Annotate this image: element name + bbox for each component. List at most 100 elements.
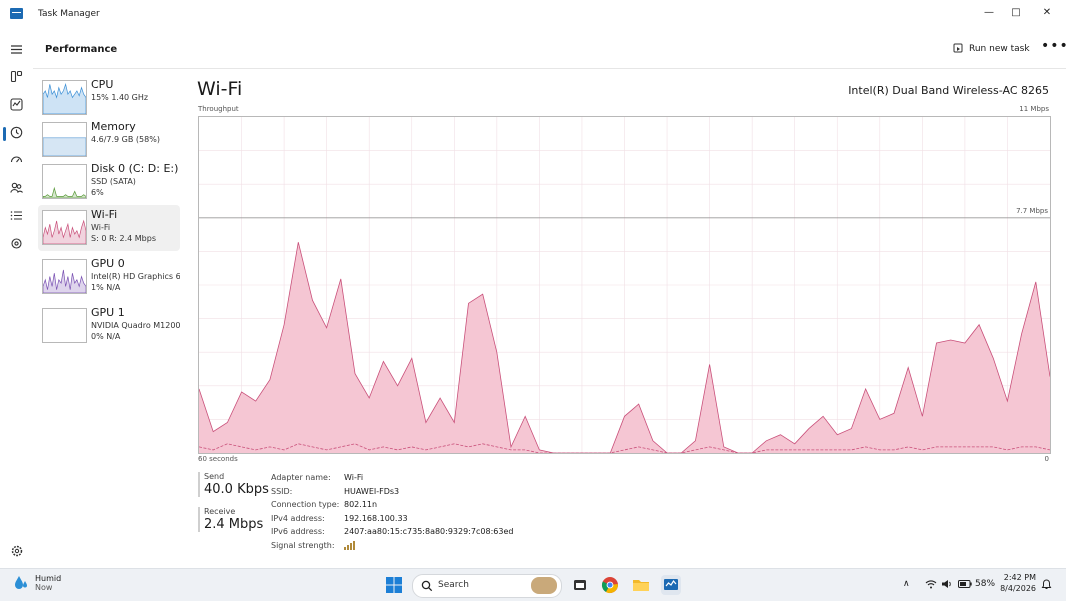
resource-detail: Intel(R) HD Graphics 630: [91, 272, 180, 281]
resource-detail-2: 0% N/A: [91, 332, 121, 341]
thumbnail-sparkline: [43, 137, 86, 156]
search-icon: [421, 580, 433, 592]
chrome-icon[interactable]: [600, 575, 620, 595]
disk-thumbnail-graph: [42, 164, 87, 199]
hamburger-menu-icon[interactable]: [9, 42, 24, 57]
active-indicator: [3, 127, 6, 141]
memory-thumbnail-graph: [42, 122, 87, 157]
run-new-task-button[interactable]: Run new task: [953, 43, 1030, 54]
volume-icon[interactable]: [941, 579, 953, 592]
gpu1-thumbnail-graph: [42, 308, 87, 343]
close-button[interactable]: ✕: [1036, 4, 1058, 22]
services-icon[interactable]: [9, 236, 24, 251]
detail-key: IPv6 address:: [271, 527, 325, 537]
run-new-task-label: Run new task: [969, 43, 1030, 54]
resource-name: CPU: [91, 78, 114, 91]
resource-detail: SSD (SATA): [91, 177, 136, 186]
window-title: Task Manager: [38, 9, 100, 19]
resource-item-disk[interactable]: Disk 0 (C: D: E:) SSD (SATA) 6%: [38, 159, 180, 205]
send-value: 40.0 Kbps: [204, 482, 269, 497]
resource-detail-2: S: 0 R: 2.4 Mbps: [91, 234, 156, 243]
page-title: Performance: [45, 44, 118, 55]
clock-date: 8/4/2026: [1000, 584, 1036, 593]
detail-row: IPv4 address: 192.168.100.33: [271, 514, 513, 528]
wifi-tray-icon[interactable]: [925, 579, 937, 592]
throughput-label: Throughput: [198, 105, 239, 113]
weather-title: Humid: [35, 574, 62, 583]
detail-value: 2407:aa80:15:c735:8a80:9329:7c08:63ed: [344, 527, 514, 537]
nav-rail: [0, 30, 33, 568]
resource-item-gpu0[interactable]: GPU 0 Intel(R) HD Graphics 630 1% N/A: [38, 254, 180, 300]
detail-value: Wi-Fi: [344, 473, 364, 482]
settings-gear-icon[interactable]: [10, 543, 24, 557]
more-options-button[interactable]: •••: [1041, 38, 1066, 54]
resource-name: Wi-Fi: [91, 208, 118, 221]
detail-value: HUAWEI-FDs3: [344, 486, 400, 496]
throughput-chart: [198, 116, 1051, 454]
send-label: Send: [204, 472, 225, 481]
detail-key: Connection type:: [271, 500, 340, 510]
resource-name: GPU 1: [91, 306, 125, 319]
task-view-icon[interactable]: [570, 575, 590, 595]
battery-indicator[interactable]: 58%: [958, 579, 995, 589]
throughput-chart-svg: [198, 117, 1051, 454]
thumbnail-sparkline: [43, 219, 86, 244]
maximize-button[interactable]: □: [1005, 4, 1027, 22]
receive-label: Receive: [204, 507, 236, 516]
notification-bell-icon[interactable]: [1041, 579, 1052, 593]
users-icon[interactable]: [9, 180, 24, 195]
resource-detail: 15% 1.40 GHz: [91, 93, 149, 102]
detail-key: Adapter name:: [271, 473, 331, 482]
adapter-details: Adapter name: Wi-Fi SSID: HUAWEI-FDs3 Conn…: [271, 473, 513, 555]
taskbar: Humid Now Search ∧ 58% 2:42 PM 8/4/2026: [0, 568, 1066, 601]
gpu0-thumbnail-graph: [42, 259, 87, 294]
detail-row: SSID: HUAWEI-FDs3: [271, 487, 513, 501]
resource-name: Memory: [91, 120, 136, 133]
startup-apps-icon[interactable]: [9, 152, 24, 167]
resource-item-gpu1[interactable]: GPU 1 NVIDIA Quadro M1200 0% N/A: [38, 303, 180, 349]
time-span-label: 60 seconds: [198, 455, 238, 463]
detail-row: Signal strength:: [271, 540, 513, 555]
start-button[interactable]: [384, 575, 404, 595]
reference-scale-label: 7.7 Mbps: [1016, 207, 1048, 215]
detail-value: 192.168.100.33: [344, 513, 408, 523]
search-highlight-icon: [531, 577, 557, 594]
resource-name: Disk 0 (C: D: E:): [91, 162, 179, 175]
minimize-button[interactable]: —: [978, 4, 1000, 22]
resource-name: GPU 0: [91, 257, 125, 270]
run-task-icon: [953, 43, 963, 53]
details-icon[interactable]: [9, 208, 24, 223]
detail-row: IPv6 address: 2407:aa80:15:c735:8a80:9329…: [271, 527, 513, 541]
adapter-model: Intel(R) Dual Band Wireless-AC 8265: [848, 84, 1049, 97]
resource-item-cpu[interactable]: CPU 15% 1.40 GHz: [38, 75, 180, 121]
detail-key: Signal strength:: [271, 540, 335, 550]
wifi-thumbnail-graph: [42, 210, 87, 245]
max-scale-label: 11 Mbps: [1019, 105, 1049, 113]
tray-overflow-chevron[interactable]: ∧: [903, 579, 910, 589]
windows-logo-icon: [386, 577, 402, 593]
performance-icon[interactable]: [9, 97, 24, 112]
task-manager-taskbar-icon[interactable]: [661, 575, 681, 595]
zero-label: 0: [1044, 455, 1049, 463]
file-explorer-icon[interactable]: [631, 575, 651, 595]
system-clock[interactable]: 2:42 PM 8/4/2026: [992, 573, 1036, 593]
thumbnail-sparkline: [43, 269, 86, 293]
taskbar-search-box[interactable]: Search: [412, 574, 562, 598]
thumbnail-sparkline: [43, 83, 86, 114]
detail-row: Adapter name: Wi-Fi: [271, 473, 513, 487]
receive-stat: Receive 2.4 Mbps: [198, 507, 263, 532]
resource-detail: NVIDIA Quadro M1200: [91, 321, 180, 330]
weather-widget[interactable]: Humid Now: [12, 574, 61, 592]
processes-icon[interactable]: [9, 69, 24, 84]
resource-item-wifi[interactable]: Wi-Fi Wi-Fi S: 0 R: 2.4 Mbps: [38, 205, 180, 251]
resource-detail: Wi-Fi: [91, 223, 111, 232]
battery-icon: [958, 580, 972, 588]
resource-item-memory[interactable]: Memory 4.6/7.9 GB (58%): [38, 117, 180, 163]
cpu-thumbnail-graph: [42, 80, 87, 115]
app-history-icon[interactable]: [9, 125, 24, 140]
resource-detail-2: 6%: [91, 188, 104, 197]
detail-key: IPv4 address:: [271, 513, 325, 523]
task-manager-app-icon: [10, 8, 23, 19]
weather-subtitle: Now: [35, 583, 53, 592]
receive-value: 2.4 Mbps: [204, 517, 264, 532]
